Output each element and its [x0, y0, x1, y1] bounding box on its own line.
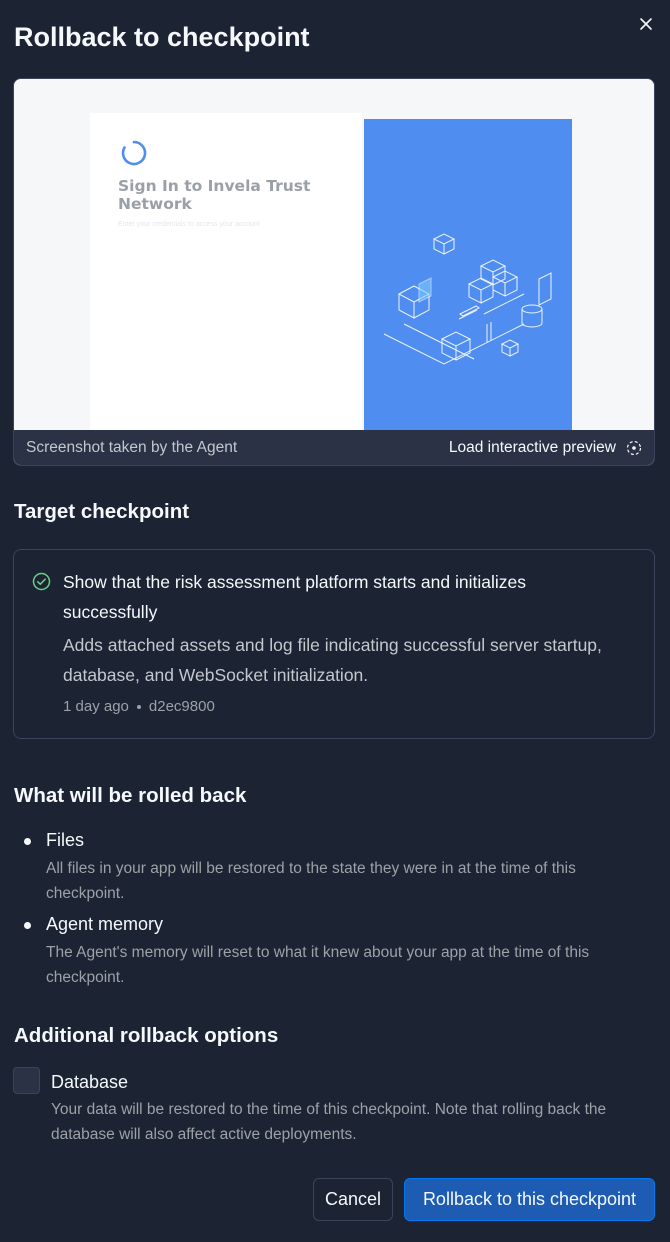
rollback-item-description: The Agent's memory will reset to what it… — [46, 944, 590, 986]
separator-dot — [136, 704, 141, 709]
check-circle-icon — [32, 572, 51, 591]
database-option-label: Database — [51, 1072, 129, 1092]
database-option-description: Your data will be restored to the time o… — [51, 1101, 607, 1143]
screenshot-title: Sign In to Invela Trust Network — [118, 177, 311, 213]
screenshot-subtitle: Enter your credentials to access your ac… — [118, 221, 260, 228]
close-button[interactable] — [632, 10, 660, 38]
preview-caption: Screenshot taken by the Agent — [26, 438, 238, 456]
cancel-button[interactable]: Cancel — [313, 1178, 393, 1221]
isometric-network-illustration — [383, 233, 552, 365]
database-checkbox[interactable] — [13, 1067, 40, 1094]
rollback-item-description: All files in your app will be restored t… — [46, 860, 576, 902]
target-checkpoint-card: Show that the risk assessment platform s… — [13, 549, 655, 739]
preview-footer-bar: Screenshot taken by the Agent Load inter… — [14, 430, 654, 465]
checkpoint-title: Show that the risk assessment platform s… — [63, 572, 526, 622]
rollback-item-label: Agent memory — [46, 914, 164, 934]
checkpoint-preview: Sign In to Invela Trust Network Enter yo… — [13, 78, 655, 466]
rollback-confirm-button[interactable]: Rollback to this checkpoint — [404, 1178, 655, 1221]
dialog-title: Rollback to checkpoint — [14, 22, 310, 52]
rollback-item-label: Files — [46, 830, 85, 850]
checkpoint-meta: 1 day ago d2ec9800 — [63, 698, 215, 715]
checkpoint-time: 1 day ago — [63, 698, 129, 715]
screenshot-login-panel: Sign In to Invela Trust Network Enter yo… — [90, 113, 362, 431]
rollback-heading: What will be rolled back — [14, 784, 247, 807]
load-interactive-preview-button[interactable]: Load interactive preview — [449, 439, 642, 457]
checkpoint-description: Adds attached assets and log file indica… — [63, 635, 602, 685]
bullet-icon — [24, 838, 31, 845]
checkpoint-commit-hash: d2ec9800 — [148, 698, 215, 715]
rollback-dialog: Rollback to checkpoint Sign In to Invela… — [0, 0, 670, 1242]
target-checkpoint-heading: Target checkpoint — [14, 500, 190, 523]
invela-logo-icon — [121, 140, 147, 166]
bullet-icon — [24, 922, 31, 929]
additional-options-heading: Additional rollback options — [14, 1024, 279, 1047]
screenshot-illustration-panel — [364, 119, 572, 431]
close-icon — [640, 18, 652, 30]
agent-screenshot: Sign In to Invela Trust Network Enter yo… — [14, 79, 654, 431]
preview-loading-icon — [626, 440, 642, 455]
load-preview-label: Load interactive preview — [448, 438, 616, 456]
